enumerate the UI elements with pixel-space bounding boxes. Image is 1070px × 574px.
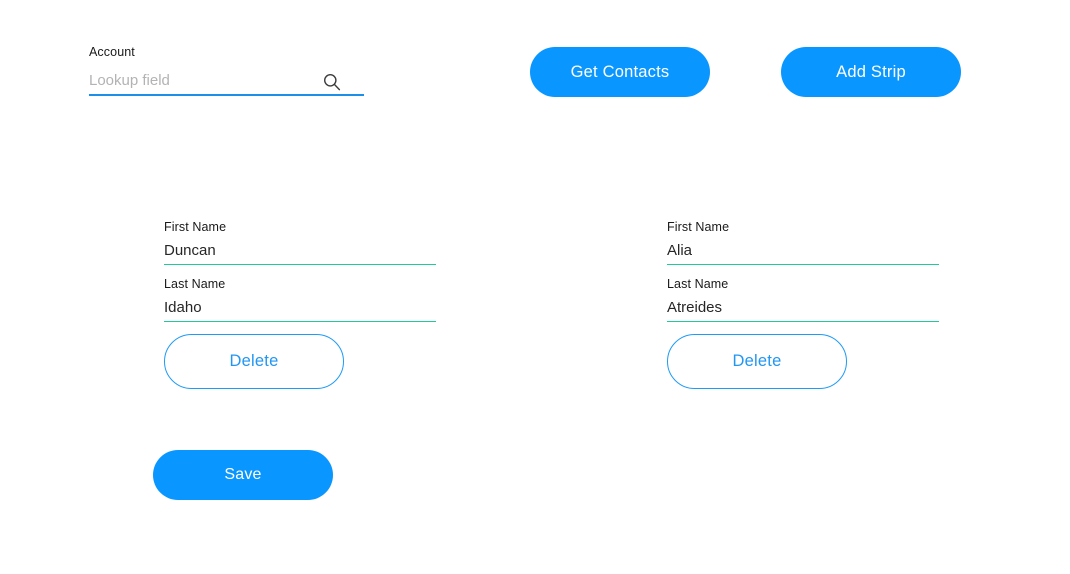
delete-button[interactable]: Delete bbox=[164, 334, 344, 389]
account-lookup-input[interactable] bbox=[89, 70, 317, 92]
get-contacts-button[interactable]: Get Contacts bbox=[530, 47, 710, 97]
last-name-input[interactable] bbox=[164, 298, 436, 322]
account-lookup-row[interactable] bbox=[89, 68, 364, 96]
last-name-input[interactable] bbox=[667, 298, 939, 322]
first-name-label: First Name bbox=[164, 220, 227, 234]
delete-button[interactable]: Delete bbox=[667, 334, 847, 389]
account-lookup-block: Account bbox=[89, 45, 364, 96]
first-name-field: First Name bbox=[667, 220, 939, 265]
add-strip-button[interactable]: Add Strip bbox=[781, 47, 961, 97]
save-button[interactable]: Save bbox=[153, 450, 333, 500]
last-name-field: Last Name bbox=[164, 277, 436, 322]
last-name-field: Last Name bbox=[667, 277, 939, 322]
account-lookup-label: Account bbox=[89, 45, 135, 59]
search-icon[interactable] bbox=[322, 72, 342, 92]
first-name-label: First Name bbox=[667, 220, 730, 234]
last-name-label: Last Name bbox=[667, 277, 729, 291]
last-name-label: Last Name bbox=[164, 277, 226, 291]
first-name-input[interactable] bbox=[164, 241, 436, 265]
contact-strip: First Name Last Name Delete bbox=[164, 220, 436, 389]
first-name-field: First Name bbox=[164, 220, 436, 265]
contact-strip: First Name Last Name Delete bbox=[667, 220, 939, 389]
first-name-input[interactable] bbox=[667, 241, 939, 265]
app-canvas: Account Get Contacts Add Strip First Nam… bbox=[0, 0, 1070, 574]
